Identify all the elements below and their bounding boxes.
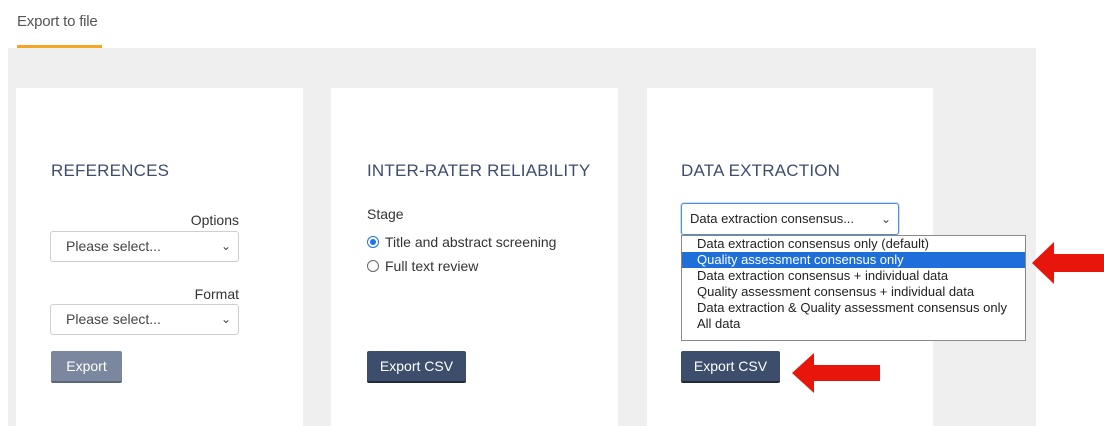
format-select-value: Please select... — [66, 311, 161, 327]
inter-rater-reliability-card: INTER-RATER RELIABILITY Stage Title and … — [331, 88, 618, 426]
red-arrow-icon — [1032, 242, 1104, 284]
data-extraction-select-value: Data extraction consensus... — [690, 211, 855, 226]
stage-option-label: Title and abstract screening — [385, 234, 557, 250]
references-card: REFERENCES Options Please select... ⌄ Fo… — [16, 88, 303, 426]
chevron-down-icon: ⌄ — [880, 212, 891, 226]
data-extraction-select[interactable]: Data extraction consensus... ⌄ — [681, 203, 899, 235]
options-select-value: Please select... — [66, 238, 161, 254]
dropdown-option[interactable]: Data extraction & Quality assessment con… — [682, 300, 1025, 316]
tab-label: Export to file — [17, 13, 98, 30]
options-select[interactable]: Please select... ⌄ — [50, 231, 239, 262]
red-arrow-icon — [792, 353, 880, 393]
dropdown-option[interactable]: All data — [682, 316, 1025, 332]
options-label: Options — [190, 212, 239, 228]
format-label: Format — [194, 286, 239, 302]
dropdown-option[interactable]: Data extraction consensus only (default) — [682, 236, 1025, 252]
irr-title: INTER-RATER RELIABILITY — [367, 161, 591, 180]
stage-option-full-text[interactable]: Full text review — [367, 257, 478, 275]
radio-checked-icon[interactable] — [367, 236, 379, 249]
format-select[interactable]: Please select... ⌄ — [50, 304, 239, 335]
dropdown-option[interactable]: Data extraction consensus + individual d… — [682, 268, 1025, 284]
chevron-down-icon: ⌄ — [220, 312, 231, 326]
stage-option-title-abstract[interactable]: Title and abstract screening — [367, 233, 556, 251]
stage-option-label: Full text review — [385, 258, 479, 274]
export-button[interactable]: Export — [51, 351, 122, 383]
data-extraction-export-csv-button[interactable]: Export CSV — [681, 351, 780, 383]
dropdown-option-highlighted[interactable]: Quality assessment consensus only — [682, 252, 1025, 268]
dropdown-option[interactable]: Quality assessment consensus + individua… — [682, 284, 1025, 300]
irr-export-csv-button[interactable]: Export CSV — [367, 351, 466, 383]
radio-unchecked-icon[interactable] — [367, 260, 379, 273]
references-title: REFERENCES — [51, 161, 170, 180]
tab-export-to-file[interactable]: Export to file — [17, 0, 102, 48]
chevron-down-icon: ⌄ — [220, 239, 231, 253]
stage-label: Stage — [367, 206, 404, 222]
data-extraction-options-list: Data extraction consensus only (default)… — [681, 235, 1026, 341]
data-extraction-title: DATA EXTRACTION — [681, 161, 841, 180]
